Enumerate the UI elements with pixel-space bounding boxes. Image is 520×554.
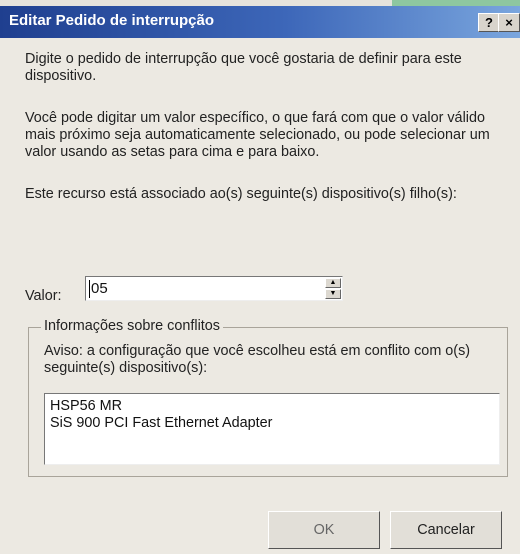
- close-button[interactable]: ×: [498, 13, 520, 32]
- value-input-text: 05: [91, 280, 108, 297]
- close-icon: ×: [505, 15, 513, 30]
- help-icon: ?: [485, 15, 493, 30]
- instruction-text-1: Digite o pedido de interrupção que você …: [25, 51, 462, 84]
- value-spinner[interactable]: ▲ ▼: [325, 278, 341, 299]
- list-item[interactable]: HSP56 MR: [50, 398, 122, 414]
- child-devices-text: Este recurso está associado ao(s) seguin…: [25, 186, 457, 202]
- ok-button[interactable]: OK: [268, 511, 380, 549]
- title-bar[interactable]: Editar Pedido de interrupção ? ×: [0, 6, 520, 38]
- spin-down-icon[interactable]: ▼: [325, 289, 341, 299]
- value-input[interactable]: 05 ▲ ▼: [85, 276, 343, 301]
- value-label: Valor:: [25, 288, 62, 304]
- list-item[interactable]: SiS 900 PCI Fast Ethernet Adapter: [50, 415, 272, 431]
- conflict-warning-text: Aviso: a configuração que você escolheu …: [44, 343, 471, 376]
- dialog-body: Digite o pedido de interrupção que você …: [0, 38, 520, 554]
- text-cursor: [89, 280, 90, 298]
- help-button[interactable]: ?: [478, 13, 500, 32]
- cancel-button[interactable]: Cancelar: [390, 511, 502, 549]
- spin-up-icon[interactable]: ▲: [325, 278, 341, 288]
- instruction-text-2: Você pode digitar um valor específico, o…: [25, 110, 490, 160]
- conflict-groupbox-title: Informações sobre conflitos: [41, 318, 223, 334]
- window-title: Editar Pedido de interrupção: [9, 12, 215, 29]
- conflict-device-list[interactable]: HSP56 MR SiS 900 PCI Fast Ethernet Adapt…: [44, 393, 500, 465]
